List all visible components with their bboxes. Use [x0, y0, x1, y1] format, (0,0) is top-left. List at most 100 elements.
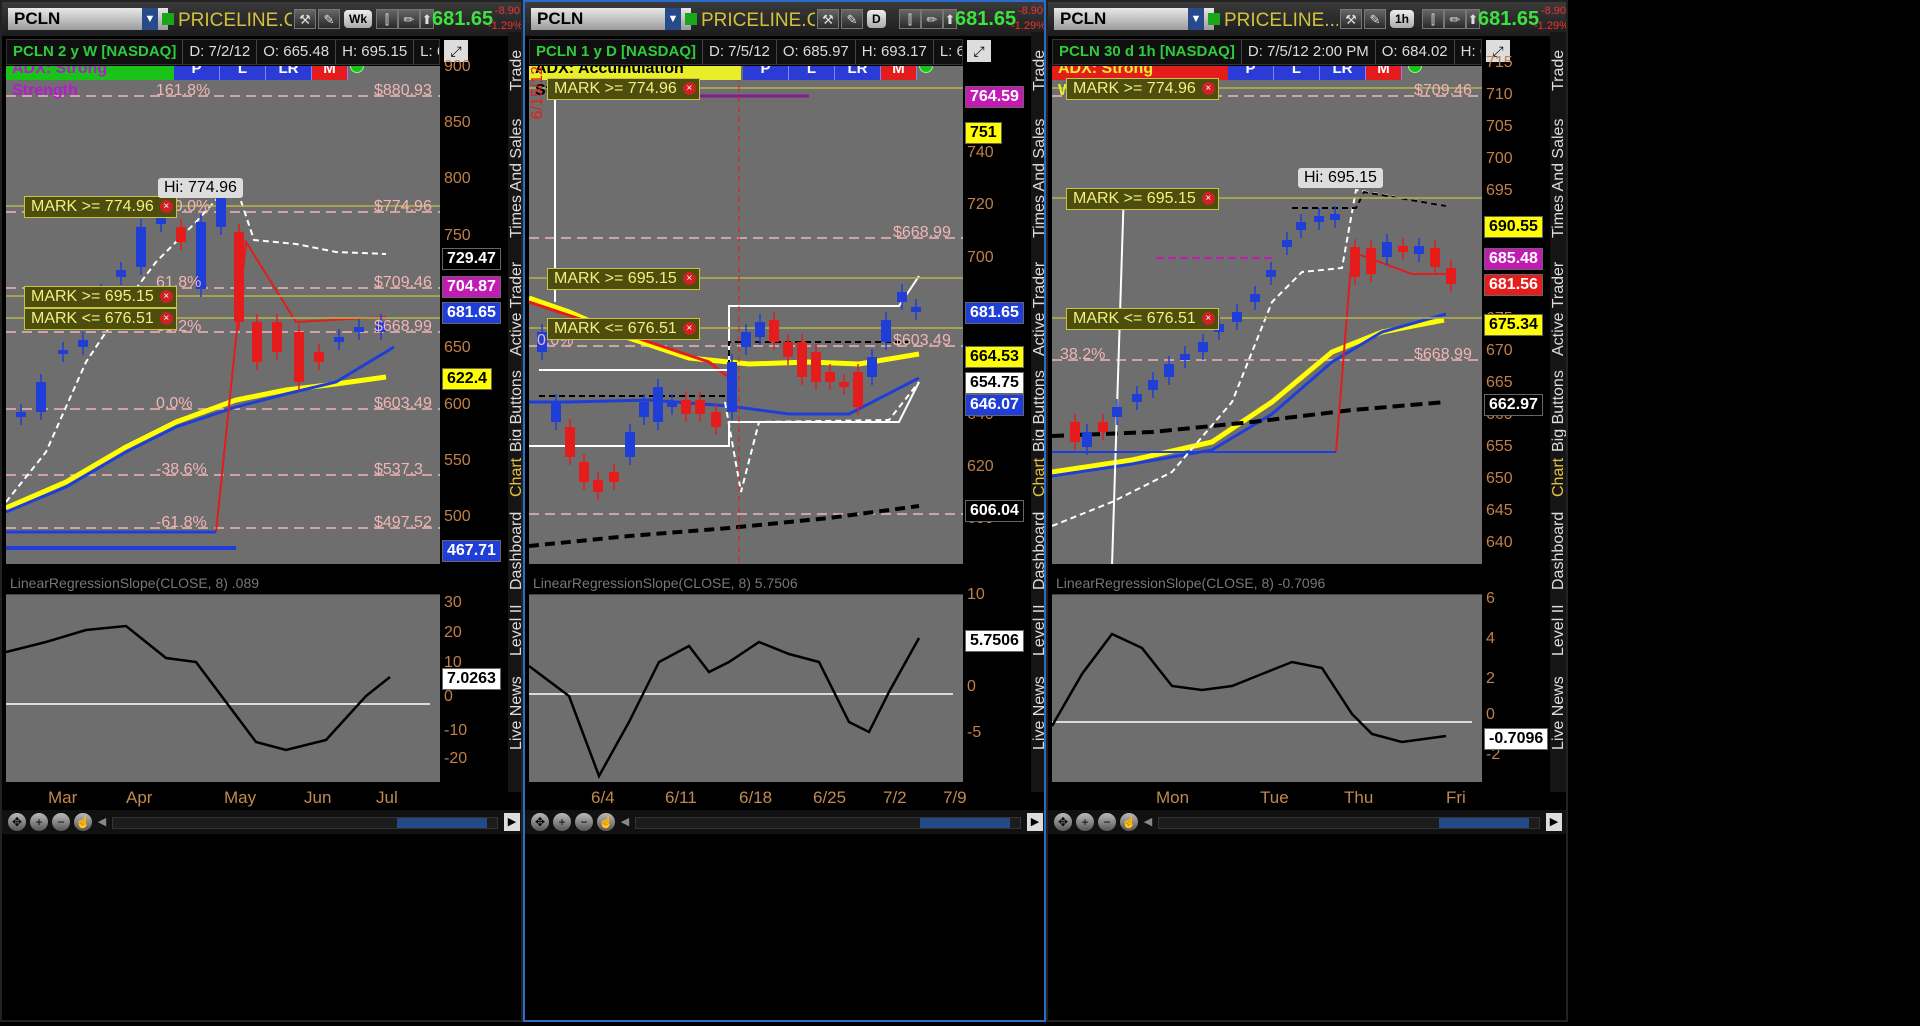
scroll-right-icon[interactable]: ▶ — [1027, 813, 1043, 831]
studies-icon[interactable]: ⚒ — [817, 9, 839, 29]
link-icon[interactable] — [685, 13, 697, 25]
scroll-right-icon[interactable]: ▶ — [1546, 813, 1562, 831]
style-icon[interactable]: ⫿ — [899, 9, 921, 29]
horizontal-scrollbar[interactable] — [112, 817, 498, 829]
remove-mark-icon[interactable]: × — [682, 322, 696, 335]
drawing-icon[interactable]: ✏ — [1444, 9, 1466, 29]
price-chart[interactable]: ADX: Accumulation StrengthPLLRM61.8%$709… — [529, 66, 963, 564]
study-subchart[interactable]: LinearRegressionSlope(CLOSE, 8) 5.7506 — [529, 572, 963, 782]
scrollbar-thumb[interactable] — [1439, 818, 1529, 828]
settings-icon[interactable]: ✎ — [1364, 9, 1386, 29]
side-tab-times-and-sales[interactable]: Times And Sales — [1031, 112, 1044, 244]
studies-icon[interactable]: ⚒ — [294, 9, 316, 29]
price-alert-mark[interactable]: MARK <= 676.51 × — [547, 318, 700, 340]
style-icon[interactable]: ⫿ — [376, 9, 398, 29]
price-chart[interactable]: ADX: Strong Strength P L LR M 161.8% $880.93 10… — [6, 66, 440, 564]
study-button-m[interactable]: M — [881, 66, 917, 80]
side-tab-trade[interactable]: Trade — [508, 40, 521, 100]
price-alert-mark[interactable]: MARK >= 774.96 × — [1066, 78, 1219, 100]
remove-mark-icon[interactable]: × — [682, 82, 696, 95]
zoom-out-icon[interactable]: − — [575, 813, 593, 831]
side-tab-dashboard[interactable]: Dashboard — [1031, 508, 1044, 594]
time-axis[interactable]: Mar Apr May Jun Jul — [6, 784, 504, 810]
price-chart[interactable]: ADX: Strong WeaknessPLLRM$709.4638.2%$66… — [1052, 66, 1482, 564]
aggregation-button[interactable]: D — [867, 10, 886, 28]
side-tab-big-buttons[interactable]: Big Buttons — [1031, 370, 1044, 452]
zoom-in-icon[interactable]: + — [553, 813, 571, 831]
side-tab-level-ii[interactable]: Level II — [508, 598, 521, 662]
side-tab-chart[interactable]: Chart — [1550, 452, 1566, 502]
side-tab-big-buttons[interactable]: Big Buttons — [1550, 370, 1566, 452]
remove-mark-icon[interactable]: × — [159, 290, 173, 303]
price-alert-mark[interactable]: MARK >= 695.15 × — [547, 268, 700, 290]
pan-icon[interactable]: ✥ — [531, 813, 549, 831]
price-alert-mark[interactable]: MARK >= 695.15 × — [1066, 188, 1219, 210]
symbol-dropdown-icon[interactable]: ▼ — [142, 8, 158, 30]
study-button-l[interactable]: L — [1274, 66, 1320, 80]
scroll-right-icon[interactable]: ▶ — [504, 813, 520, 831]
side-tab-active-trader[interactable]: Active Trader — [1550, 250, 1566, 368]
side-tab-trade[interactable]: Trade — [1031, 40, 1044, 100]
time-axis[interactable]: 6/4 6/11 6/18 6/25 7/2 7/9 — [529, 784, 1027, 810]
side-tab-level-ii[interactable]: Level II — [1550, 598, 1566, 662]
side-tab-times-and-sales[interactable]: Times And Sales — [508, 112, 521, 244]
price-axis[interactable]: 740720700680660640620600764.59751681.656… — [963, 66, 1027, 564]
study-button-m[interactable]: M — [312, 66, 348, 80]
expand-panel-icon[interactable]: ⤢ — [967, 40, 991, 62]
time-axis[interactable]: Mon Tue Thu Fri — [1052, 784, 1546, 810]
remove-mark-icon[interactable]: × — [1201, 192, 1215, 205]
horizontal-scrollbar[interactable] — [635, 817, 1021, 829]
aggregation-button[interactable]: Wk — [344, 10, 372, 28]
horizontal-scrollbar[interactable] — [1158, 817, 1540, 829]
cursor-icon[interactable]: ☝ — [74, 813, 92, 831]
study-button-p[interactable]: P — [743, 66, 789, 80]
drawing-icon[interactable]: ✏ — [921, 9, 943, 29]
zoom-out-icon[interactable]: − — [52, 813, 70, 831]
pan-icon[interactable]: ✥ — [1054, 813, 1072, 831]
aggregation-button[interactable]: 1h — [1390, 10, 1415, 28]
settings-icon[interactable]: ✎ — [318, 9, 340, 29]
price-alert-mark[interactable]: MARK >= 695.15 × — [24, 286, 177, 308]
study-button-m[interactable]: M — [1366, 66, 1402, 80]
side-tab-active-trader[interactable]: Active Trader — [508, 250, 521, 368]
remove-mark-icon[interactable]: × — [682, 272, 696, 285]
pan-icon[interactable]: ✥ — [8, 813, 26, 831]
scrollbar-thumb[interactable] — [397, 818, 487, 828]
remove-mark-icon[interactable]: × — [1201, 312, 1215, 325]
price-alert-mark[interactable]: MARK <= 676.51 × — [1066, 308, 1219, 330]
study-subchart[interactable]: LinearRegressionSlope(CLOSE, 8) .089 — [6, 572, 440, 782]
side-tab-active-trader[interactable]: Active Trader — [1031, 250, 1044, 368]
symbol-dropdown-icon[interactable]: ▼ — [665, 8, 681, 30]
study-button-p[interactable]: P — [1228, 66, 1274, 80]
zoom-in-icon[interactable]: + — [30, 813, 48, 831]
remove-mark-icon[interactable]: × — [159, 312, 173, 325]
side-tab-level-ii[interactable]: Level II — [1031, 598, 1044, 662]
study-button-lr[interactable]: LR — [835, 66, 881, 80]
side-tab-chart[interactable]: Chart — [1031, 452, 1044, 502]
side-tab-live-news[interactable]: Live News — [1550, 668, 1566, 758]
price-alert-mark[interactable]: MARK <= 676.51 × — [24, 308, 177, 330]
expand-right-icon[interactable]: ⇔ — [1566, 813, 1568, 831]
side-tab-dashboard[interactable]: Dashboard — [508, 508, 521, 594]
price-axis[interactable]: 900850800750700650600550500729.47704.876… — [440, 58, 504, 564]
side-tab-trade[interactable]: Trade — [1550, 40, 1566, 100]
side-tab-live-news[interactable]: Live News — [508, 668, 521, 758]
zoom-out-icon[interactable]: − — [1098, 813, 1116, 831]
study-subchart[interactable]: LinearRegressionSlope(CLOSE, 8) -0.7096 — [1052, 572, 1482, 782]
study-button-lr[interactable]: LR — [1320, 66, 1366, 80]
scrollbar-thumb[interactable] — [920, 818, 1010, 828]
scroll-left-icon[interactable]: ◀ — [1140, 813, 1156, 831]
price-alert-mark[interactable]: MARK >= 774.96 × — [24, 196, 177, 218]
cursor-icon[interactable]: ☝ — [597, 813, 615, 831]
studies-icon[interactable]: ⚒ — [1340, 9, 1362, 29]
side-tab-dashboard[interactable]: Dashboard — [1550, 508, 1566, 594]
settings-icon[interactable]: ✎ — [841, 9, 863, 29]
study-button-p[interactable]: P — [174, 66, 220, 80]
scroll-left-icon[interactable]: ◀ — [94, 813, 110, 831]
remove-mark-icon[interactable]: × — [1201, 82, 1215, 95]
symbol-dropdown-icon[interactable]: ▼ — [1188, 8, 1204, 30]
side-tab-live-news[interactable]: Live News — [1031, 668, 1044, 758]
link-icon[interactable] — [1208, 13, 1220, 25]
style-icon[interactable]: ⫿ — [1422, 9, 1444, 29]
scroll-left-icon[interactable]: ◀ — [617, 813, 633, 831]
